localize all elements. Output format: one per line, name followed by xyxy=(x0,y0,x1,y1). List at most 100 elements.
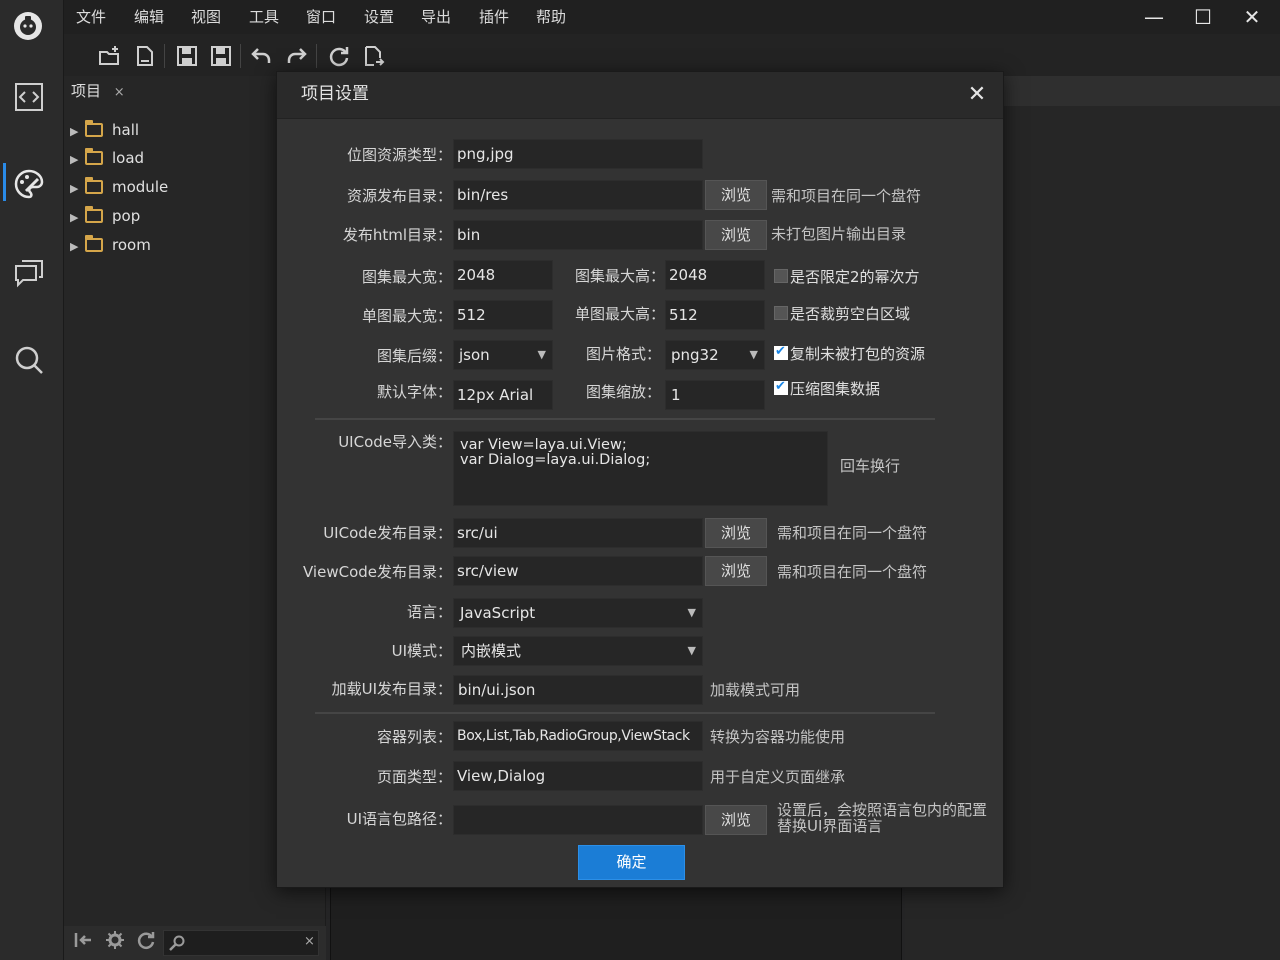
menu-plugins[interactable]: 插件 xyxy=(479,0,509,34)
new-folder-icon[interactable] xyxy=(98,44,122,68)
html-publish-hint: 未打包图片输出目录 xyxy=(771,225,907,243)
language-select[interactable]: JavaScript ▼ xyxy=(453,598,703,628)
containers-input[interactable]: Box,List,Tab,RadioGroup,ViewStack xyxy=(453,721,703,751)
folder-item-room[interactable]: ▶ room xyxy=(70,232,151,258)
atlas-scale-label: 图集缩放： xyxy=(585,383,661,401)
clear-search-icon[interactable]: × xyxy=(304,934,315,949)
export-icon[interactable] xyxy=(361,44,385,68)
uicode-import-textarea[interactable]: var View=laya.ui.View; var Dialog=laya.u… xyxy=(453,431,828,506)
tab-close-icon[interactable]: × xyxy=(114,85,125,100)
copy-unpacked-checkbox[interactable] xyxy=(774,344,788,360)
toolbar-divider xyxy=(240,44,241,68)
power-of-two-checkbox[interactable] xyxy=(774,269,788,283)
load-ui-publish-input[interactable]: bin/ui.json xyxy=(453,675,703,705)
menu-tools[interactable]: 工具 xyxy=(249,0,279,34)
html-publish-label: 发布html目录： xyxy=(342,226,452,244)
undo-icon[interactable] xyxy=(250,44,274,68)
atlas-max-height-input[interactable]: 2048 xyxy=(665,260,765,290)
single-max-height-label: 单图最大高： xyxy=(574,305,665,323)
palette-icon[interactable] xyxy=(12,167,46,201)
compress-atlas-label: 压缩图集数据 xyxy=(790,380,881,398)
menu-edit[interactable]: 编辑 xyxy=(134,0,164,34)
toolbar-divider xyxy=(164,44,165,68)
browse-button[interactable]: 浏览 xyxy=(705,556,767,586)
ui-lang-path-hint-line2: 替换UI界面语言 xyxy=(777,817,883,835)
browse-button[interactable]: 浏览 xyxy=(705,518,767,548)
menu-window[interactable]: 窗口 xyxy=(306,0,336,34)
refresh-icon[interactable] xyxy=(135,930,157,954)
folder-icon xyxy=(85,120,103,137)
tab-project-label: 项目 xyxy=(71,82,102,100)
viewcode-publish-hint: 需和项目在同一个盘符 xyxy=(777,563,928,581)
viewcode-publish-input[interactable]: src/view xyxy=(453,556,703,586)
browse-button[interactable]: 浏览 xyxy=(705,220,767,250)
search-input[interactable] xyxy=(163,930,319,956)
save-all-icon[interactable] xyxy=(209,44,233,68)
menu-help[interactable]: 帮助 xyxy=(536,0,566,34)
chevron-right-icon[interactable]: ▶ xyxy=(70,234,82,260)
folder-item-pop[interactable]: ▶ pop xyxy=(70,203,140,229)
page-types-input[interactable]: View,Dialog xyxy=(453,761,703,791)
res-publish-input[interactable]: bin/res xyxy=(453,180,703,210)
ui-lang-path-label: UI语言包路径： xyxy=(346,810,452,828)
chevron-down-icon: ▼ xyxy=(749,348,758,361)
power-of-two-label: 是否限定2的幂次方 xyxy=(790,268,920,286)
toolbar xyxy=(64,34,1280,76)
uicode-publish-input[interactable]: src/ui xyxy=(453,518,703,548)
load-ui-publish-hint: 加载模式可用 xyxy=(710,681,801,699)
menu-export[interactable]: 导出 xyxy=(421,0,451,34)
folder-label: load xyxy=(112,149,145,167)
compress-atlas-checkbox[interactable] xyxy=(774,379,788,395)
folder-icon xyxy=(85,235,103,252)
browse-button[interactable]: 浏览 xyxy=(705,805,767,835)
chevron-right-icon[interactable]: ▶ xyxy=(70,176,82,202)
project-settings-dialog: 项目设置 ✕ 位图资源类型： png,jpg 资源发布目录： bin/res 浏… xyxy=(276,71,1004,888)
search-icon[interactable] xyxy=(12,343,46,377)
toolbar-divider xyxy=(316,44,317,68)
image-format-label: 图片格式： xyxy=(585,345,661,363)
load-ui-publish-label: 加载UI发布目录： xyxy=(331,680,452,698)
ui-mode-value: 内嵌模式 xyxy=(461,642,522,660)
collapse-icon[interactable] xyxy=(72,930,94,954)
folder-icon xyxy=(85,148,103,165)
folder-label: room xyxy=(112,236,151,254)
menu-file[interactable]: 文件 xyxy=(76,0,106,34)
save-icon[interactable] xyxy=(175,44,199,68)
section-divider xyxy=(315,418,935,420)
uicode-publish-label: UICode发布目录： xyxy=(323,524,452,542)
active-indicator xyxy=(3,163,6,201)
chevron-right-icon[interactable]: ▶ xyxy=(70,119,82,145)
redo-icon[interactable] xyxy=(284,44,308,68)
image-types-input[interactable]: png,jpg xyxy=(453,139,703,169)
trim-blank-label: 是否裁剪空白区域 xyxy=(790,305,911,323)
html-publish-input[interactable]: bin xyxy=(453,220,703,250)
ui-mode-select[interactable]: 内嵌模式 ▼ xyxy=(453,636,703,666)
trim-blank-checkbox[interactable] xyxy=(774,306,788,320)
ui-lang-path-input[interactable] xyxy=(453,805,703,835)
language-label: 语言： xyxy=(406,603,452,621)
folder-item-load[interactable]: ▶ load xyxy=(70,145,144,171)
image-format-select[interactable]: png32 ▼ xyxy=(665,340,765,370)
uicode-import-label: UICode导入类： xyxy=(338,433,452,451)
ok-button[interactable]: 确定 xyxy=(578,845,685,880)
containers-hint: 转换为容器功能使用 xyxy=(710,728,846,746)
atlas-scale-input[interactable]: 1 xyxy=(665,380,765,410)
refresh-icon[interactable] xyxy=(327,44,351,68)
close-icon[interactable]: ✕ xyxy=(963,81,991,109)
menu-view[interactable]: 视图 xyxy=(191,0,221,34)
chat-icon[interactable] xyxy=(12,255,46,289)
chevron-right-icon[interactable]: ▶ xyxy=(70,205,82,231)
chevron-right-icon[interactable]: ▶ xyxy=(70,147,82,173)
maximize-button[interactable]: ☐ xyxy=(1188,4,1218,30)
tab-project[interactable]: 项目 × xyxy=(64,76,126,106)
single-max-height-input[interactable]: 512 xyxy=(665,300,765,330)
code-icon[interactable] xyxy=(12,80,46,114)
window-close-button[interactable]: ✕ xyxy=(1237,4,1267,30)
minimize-button[interactable]: — xyxy=(1139,4,1169,30)
browse-button[interactable]: 浏览 xyxy=(705,180,767,210)
menu-settings[interactable]: 设置 xyxy=(364,0,394,34)
folder-item-hall[interactable]: ▶ hall xyxy=(70,117,139,143)
gear-icon[interactable] xyxy=(104,930,126,954)
new-file-icon[interactable] xyxy=(133,44,157,68)
containers-label: 容器列表： xyxy=(376,728,452,746)
